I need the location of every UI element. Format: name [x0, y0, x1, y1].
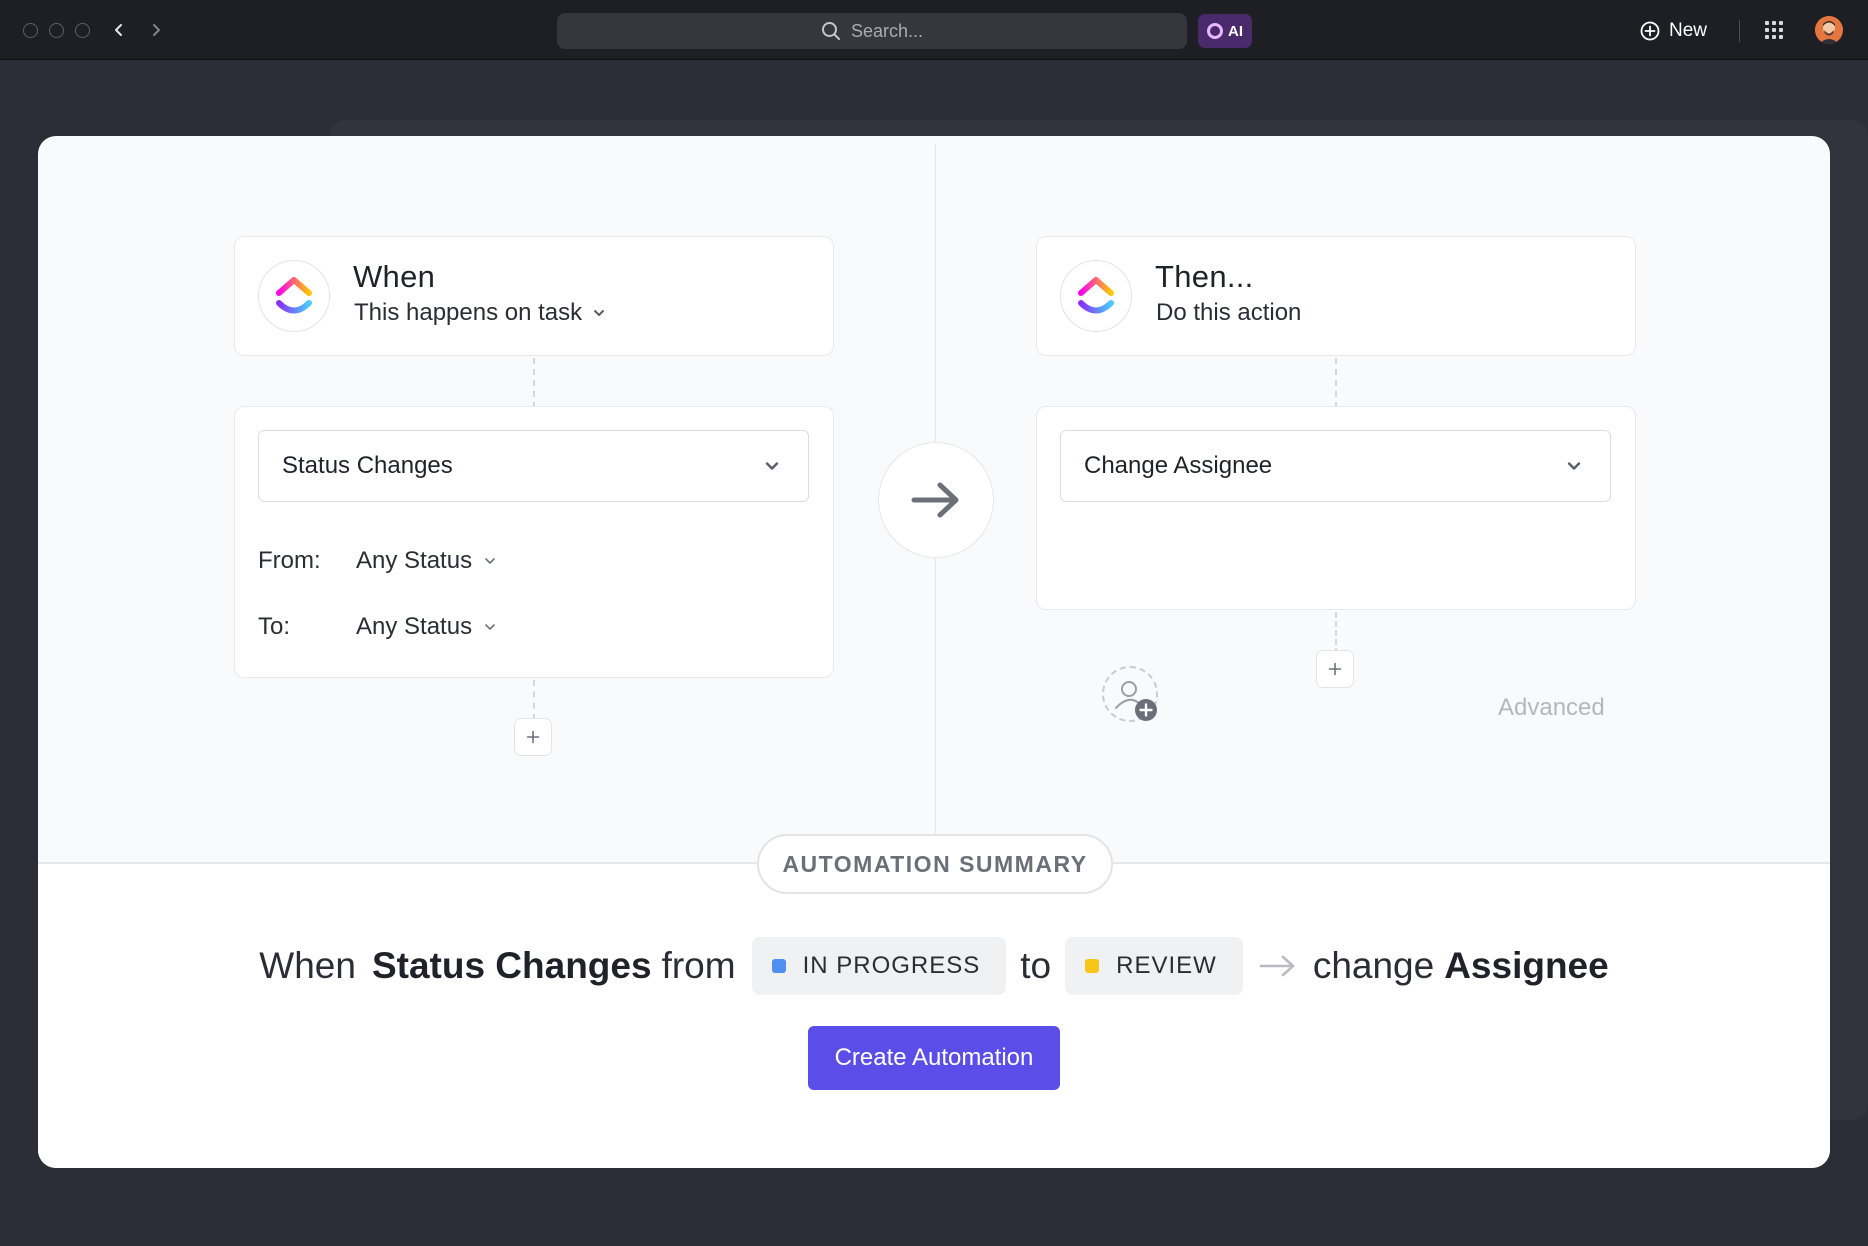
clickup-logo-icon: [276, 277, 312, 314]
create-automation-button[interactable]: Create Automation: [808, 1026, 1060, 1090]
summary-to-status: REVIEW: [1116, 952, 1217, 979]
from-label: From:: [258, 547, 321, 574]
chevron-down-icon: [485, 624, 495, 630]
arrow-right-icon: [911, 482, 959, 518]
add-trigger-condition-button[interactable]: [514, 718, 552, 756]
advanced-link[interactable]: Advanced: [1498, 694, 1605, 722]
summary-action-verb: change: [1312, 945, 1435, 986]
window-zoom-button[interactable]: [75, 23, 90, 38]
chevron-down-icon: [485, 558, 495, 564]
trigger-select[interactable]: Status Changes: [258, 430, 809, 502]
summary-to-word: to: [1020, 945, 1052, 986]
plus-circle-icon: [1640, 21, 1660, 41]
action-subtitle-label: Do this action: [1156, 299, 1302, 326]
summary-section: [38, 862, 1830, 1168]
connector-line: [533, 358, 535, 408]
chevron-down-icon: [765, 462, 779, 470]
trigger-header-panel: When This happens on task: [234, 236, 834, 356]
action-select-value: Change Assignee: [1084, 452, 1273, 479]
action-title: Then...: [1155, 259, 1254, 294]
window-close-button[interactable]: [23, 23, 38, 38]
to-status-dropdown[interactable]: Any Status: [356, 613, 496, 641]
ai-label: AI: [1228, 22, 1243, 40]
search-bar[interactable]: Search...: [557, 13, 1187, 49]
trigger-scope-dropdown[interactable]: This happens on task: [354, 299, 606, 327]
from-status-dropdown[interactable]: Any Status: [356, 547, 496, 575]
plus-icon: [526, 730, 540, 744]
summary-when: When: [259, 945, 356, 986]
to-status-value: Any Status: [356, 613, 473, 640]
back-button[interactable]: [105, 16, 133, 44]
forward-button[interactable]: [142, 16, 170, 44]
summary-from-word: from: [661, 945, 736, 986]
action-config-panel: Change Assignee: [1036, 406, 1636, 610]
chevron-down-icon: [1567, 462, 1581, 470]
connector-line: [1335, 358, 1337, 408]
search-icon: [821, 22, 840, 40]
chevron-left-icon: [115, 24, 122, 36]
user-avatar-icon: [1815, 16, 1843, 44]
ai-button[interactable]: AI: [1198, 14, 1252, 48]
automation-summary-sentence: When Status Changes from IN PROGRESS to …: [38, 936, 1830, 996]
plus-icon: [1328, 662, 1342, 676]
trigger-title: When: [353, 259, 436, 294]
connector-line: [1335, 612, 1337, 654]
action-select[interactable]: Change Assignee: [1060, 430, 1611, 502]
top-bar: Search... AI New: [0, 0, 1868, 60]
new-button[interactable]: New: [1640, 14, 1707, 48]
chevron-down-icon: [594, 310, 605, 316]
trigger-select-value: Status Changes: [282, 452, 453, 479]
add-assignee-button[interactable]: [1102, 666, 1158, 722]
apps-grid-icon[interactable]: [1765, 21, 1783, 39]
trigger-config-panel: Status Changes From: Any Status To: Any …: [234, 406, 834, 678]
add-action-button[interactable]: [1316, 650, 1354, 688]
action-subtitle: Do this action: [1156, 299, 1301, 327]
automation-summary-heading: AUTOMATION SUMMARY: [757, 834, 1113, 894]
chevron-right-icon: [153, 24, 160, 36]
summary-to-status-chip: REVIEW: [1065, 937, 1243, 995]
trigger-scope-label: This happens on task: [354, 299, 583, 326]
search-placeholder: Search...: [850, 20, 924, 41]
new-label: New: [1669, 20, 1708, 41]
arrow-right-icon: [1259, 955, 1295, 977]
app-logo: [258, 260, 330, 332]
automation-builder-card: When This happens on task Status Changes…: [38, 136, 1830, 1168]
summary-from-status: IN PROGRESS: [802, 952, 981, 979]
summary-from-status-chip: IN PROGRESS: [751, 937, 1007, 995]
avatar[interactable]: [1815, 16, 1843, 44]
toolbar-divider: [1739, 20, 1740, 42]
app-logo: [1060, 260, 1132, 332]
action-header-panel: Then... Do this action: [1036, 236, 1636, 356]
status-color-dot: [1085, 959, 1100, 973]
summary-action-target: Assignee: [1444, 945, 1609, 986]
to-label: To:: [258, 613, 291, 640]
status-color-dot: [771, 959, 786, 973]
clickup-logo-icon: [1078, 277, 1114, 314]
from-status-value: Any Status: [356, 547, 473, 574]
summary-trigger: Status Changes: [371, 945, 652, 986]
connector-line: [533, 680, 535, 720]
flow-arrow: [878, 442, 994, 558]
ai-icon: [1207, 23, 1223, 39]
add-user-icon: [1115, 681, 1157, 721]
window-minimize-button[interactable]: [49, 23, 64, 38]
